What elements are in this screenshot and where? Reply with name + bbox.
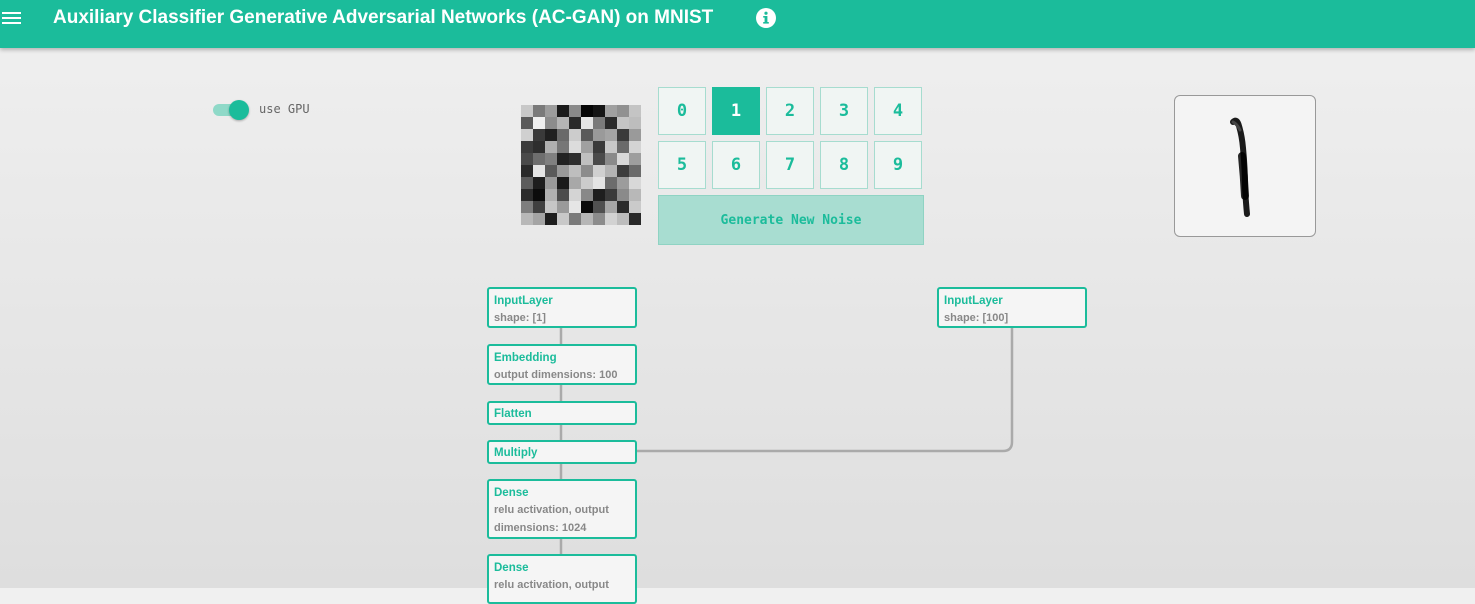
layer-description: output dimensions: 100: [494, 369, 618, 381]
layer-embedding[interactable]: Embedding output dimensions: 100: [487, 344, 637, 385]
layer-name: InputLayer: [494, 295, 553, 307]
layer-name: Multiply: [494, 447, 538, 459]
layer-input-noise[interactable]: InputLayer shape: [100]: [937, 287, 1087, 328]
layer-description: shape: [100]: [944, 312, 1009, 324]
layer-input-label[interactable]: InputLayer shape: [1]: [487, 287, 637, 328]
layer-flatten[interactable]: Flatten: [487, 401, 637, 425]
layer-description: shape: [1]: [494, 312, 546, 324]
layer-name: InputLayer: [944, 295, 1003, 307]
network-connectors: [559, 327, 1014, 555]
layer-name: Dense: [494, 562, 529, 574]
layer-name: Flatten: [494, 408, 532, 420]
layer-multiply[interactable]: Multiply: [487, 440, 637, 464]
layer-dense-2[interactable]: Dense relu activation, output: [487, 554, 637, 604]
layer-description: relu activation, output dimensions: 1024: [494, 504, 609, 534]
layer-name: Embedding: [494, 352, 557, 364]
layer-description: relu activation, output: [494, 579, 609, 591]
layer-name: Dense: [494, 487, 529, 499]
layer-dense-1[interactable]: Dense relu activation, output dimensions…: [487, 479, 637, 539]
